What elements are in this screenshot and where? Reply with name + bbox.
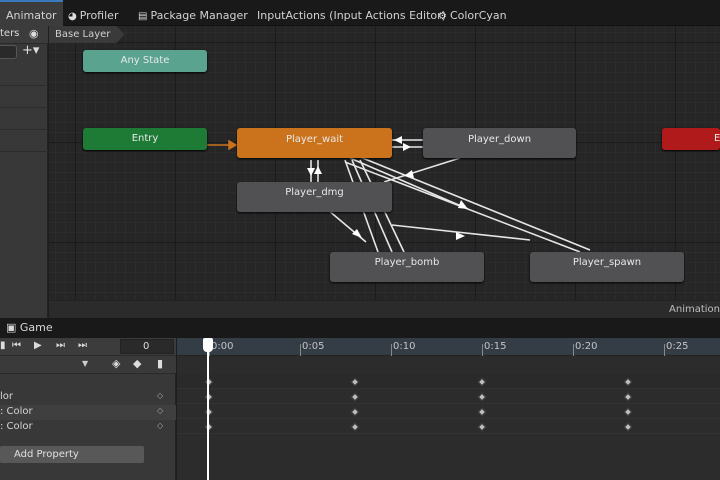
state-any-state-label: Any State xyxy=(120,55,170,66)
first-key-icon[interactable]: ⏮ xyxy=(12,340,21,351)
tick-mark xyxy=(300,344,301,356)
dopesheet-row[interactable] xyxy=(177,389,720,404)
tab-input-actions-label: InputActions (Input Actions Editor) xyxy=(257,9,446,22)
property-label: lor xyxy=(0,391,14,402)
tab-game[interactable]: ▣ Game xyxy=(6,321,53,334)
tick-mark xyxy=(664,344,665,356)
state-player-wait-label: Player_wait xyxy=(285,134,344,145)
last-key-icon[interactable]: ⏭ xyxy=(78,340,87,351)
graph-footer: Animation xyxy=(49,300,720,318)
tick-mark xyxy=(391,344,392,356)
dopesheet-row[interactable] xyxy=(177,419,720,434)
tick-label: 0:05 xyxy=(302,341,325,352)
breadcrumb[interactable]: Base Layer xyxy=(49,26,124,43)
parameter-row[interactable] xyxy=(0,108,48,130)
tab-colorcyan[interactable]: ⚙ ColorCyan xyxy=(432,0,513,26)
tab-profiler-label: Profiler xyxy=(79,9,119,22)
state-entry[interactable]: Entry xyxy=(83,128,207,150)
tab-animator[interactable]: Animator xyxy=(0,0,63,26)
tick-mark xyxy=(573,344,574,356)
tick-label: 0:00 xyxy=(211,341,234,352)
property-label: : Color xyxy=(0,421,33,432)
parameter-row[interactable] xyxy=(0,64,48,86)
keyframe-toggle-icon[interactable]: ◇ xyxy=(157,421,163,430)
filter-keyframes-icon[interactable]: ◈ xyxy=(112,357,120,370)
state-exit-label: E xyxy=(714,133,720,144)
tab-colorcyan-label: ColorCyan xyxy=(449,9,507,22)
state-player-dmg-label: Player_dmg xyxy=(285,187,344,198)
keyframe-toggle-icon[interactable]: ◇ xyxy=(157,406,163,415)
property-label: : Color xyxy=(0,406,33,417)
parameters-header: ters ◉ xyxy=(0,26,48,44)
tick-label: 0:25 xyxy=(666,341,689,352)
tab-package-manager-label: Package Manager xyxy=(150,9,248,22)
next-key-icon[interactable]: ⏭ xyxy=(56,340,65,351)
controller-asset-label: Animation xyxy=(669,304,720,315)
state-player-down-label: Player_down xyxy=(467,134,532,145)
property-row[interactable]: : Color ◇ xyxy=(0,405,176,420)
property-row[interactable]: lor ◇ xyxy=(0,390,176,405)
state-player-spawn-label: Player_spawn xyxy=(572,257,642,268)
timeline-ruler[interactable]: 0:00 0:05 0:10 0:15 0:20 0:25 xyxy=(177,338,720,356)
parameter-row[interactable] xyxy=(0,130,48,152)
dopesheet-row[interactable] xyxy=(177,404,720,419)
state-any-state[interactable]: Any State xyxy=(83,50,207,72)
tab-game-label: Game xyxy=(19,321,53,334)
parameter-search-input[interactable] xyxy=(0,45,17,59)
state-player-down[interactable]: Player_down xyxy=(423,128,576,158)
add-event-icon[interactable]: ▮ xyxy=(157,357,163,370)
parameters-panel: ters ◉ +▾ xyxy=(0,26,48,318)
eye-icon[interactable]: ◉ xyxy=(29,27,39,40)
tick-mark xyxy=(482,344,483,356)
state-player-dmg[interactable]: Player_dmg xyxy=(237,182,392,212)
property-row[interactable]: : Color ◇ xyxy=(0,420,176,435)
state-player-bomb[interactable]: Player_bomb xyxy=(330,252,484,282)
state-player-wait[interactable]: Player_wait xyxy=(237,128,392,158)
play-icon[interactable]: ▶ xyxy=(34,340,42,351)
playback-toolbar: ▮ ⏮ ▶ ⏭ ⏭ 0 xyxy=(0,338,176,356)
clip-dropdown-chevron-down-icon[interactable]: ▼ xyxy=(82,359,88,368)
tick-label: 0:10 xyxy=(393,341,416,352)
bottom-tab-bar: ▣ Game xyxy=(0,318,720,338)
tick-label: 0:15 xyxy=(484,341,507,352)
tab-animator-label: Animator xyxy=(6,9,57,22)
tick-label: 0:20 xyxy=(575,341,598,352)
keyframe-toggle-icon[interactable]: ◇ xyxy=(157,391,163,400)
tab-package-manager[interactable]: ▤ Package Manager xyxy=(132,0,254,26)
tab-profiler[interactable]: ◕ Profiler xyxy=(62,0,124,26)
playhead-handle[interactable] xyxy=(203,338,213,352)
parameters-tab[interactable]: ters xyxy=(0,28,19,39)
state-entry-label: Entry xyxy=(131,133,159,144)
editor-tab-bar: Animator ◕ Profiler ▤ Package Manager Inpu… xyxy=(0,0,720,26)
plus-icon[interactable]: +▾ xyxy=(22,43,39,58)
frame-input[interactable]: 0 xyxy=(120,339,174,354)
playhead[interactable] xyxy=(207,338,209,480)
clip-row: ▼ ◈ ◆ ▮ xyxy=(0,356,176,374)
parameter-row[interactable] xyxy=(0,86,48,108)
dopesheet-summary-row[interactable] xyxy=(177,374,720,389)
unity-editor-window: Animator ◕ Profiler ▤ Package Manager Inpu… xyxy=(0,0,720,480)
state-player-bomb-label: Player_bomb xyxy=(374,257,440,268)
tab-input-actions[interactable]: InputActions (Input Actions Editor) xyxy=(251,0,452,26)
add-property-button[interactable]: Add Property xyxy=(0,446,144,463)
record-icon[interactable]: ▮ xyxy=(0,340,6,351)
gamepad-icon: ▣ xyxy=(6,321,17,334)
add-keyframe-icon[interactable]: ◆ xyxy=(133,357,141,370)
state-exit[interactable]: E xyxy=(662,128,720,150)
state-player-spawn[interactable]: Player_spawn xyxy=(530,252,684,282)
